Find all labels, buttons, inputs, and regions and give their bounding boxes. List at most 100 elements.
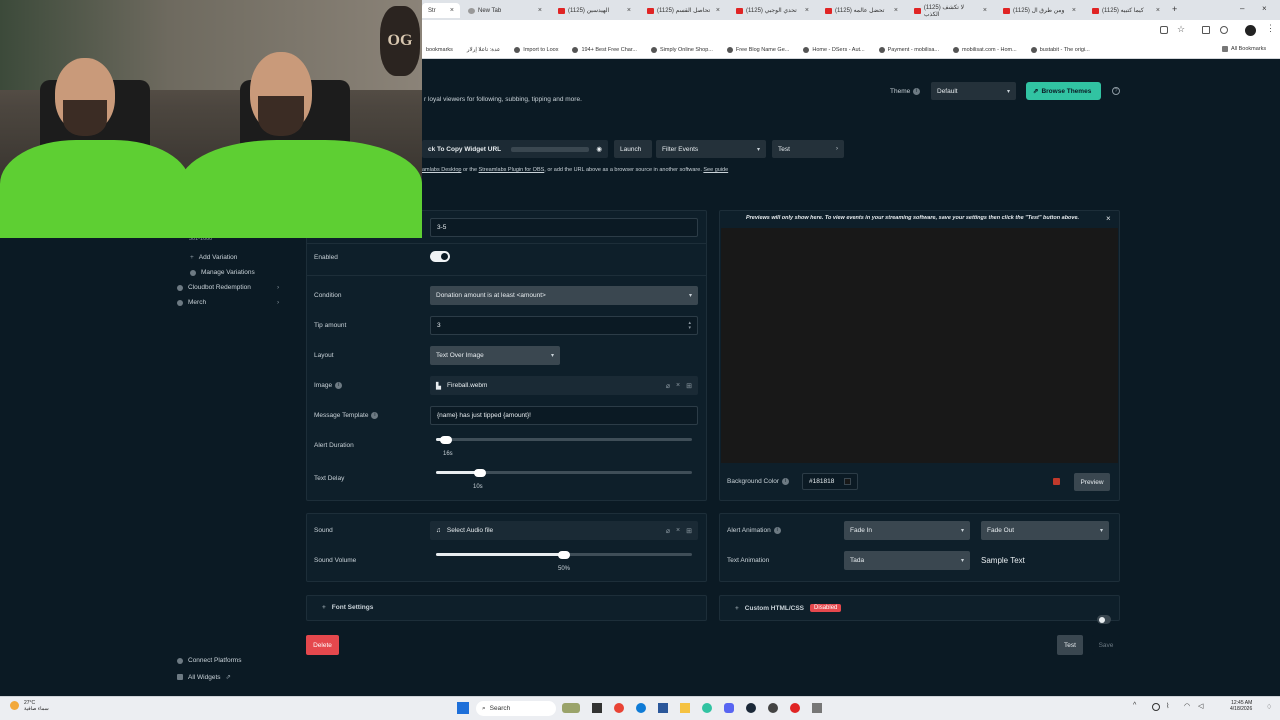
bookmark-item[interactable]: Import to Loox <box>514 47 558 53</box>
image-file-picker[interactable]: ▙ Fireball.webm ⌀ × ⊞ <box>430 376 698 395</box>
help-icon[interactable]: ? <box>1112 87 1120 95</box>
save-button[interactable]: Save <box>1092 635 1120 655</box>
layout-select[interactable]: Text Over Image ▾ <box>430 346 560 365</box>
close-icon[interactable]: × <box>1072 7 1076 14</box>
info-icon[interactable]: i <box>773 527 781 534</box>
sidebar-all-widgets[interactable]: All Widgets ⇗ <box>177 673 231 681</box>
desktop-link[interactable]: amlabs Desktop <box>422 167 461 173</box>
close-icon[interactable]: × <box>538 7 542 14</box>
volume-icon[interactable]: ◁ <box>1198 702 1203 710</box>
alert-animation-out-select[interactable]: Fade Out ▾ <box>981 521 1109 540</box>
tab-youtube-7[interactable]: (1125) كيما كتبيه × <box>1086 3 1166 18</box>
bg-color-input[interactable]: #181818 <box>802 473 858 490</box>
mic-icon[interactable]: ⌇ <box>1166 702 1169 710</box>
test-alert-button[interactable]: Test <box>1057 635 1083 655</box>
profile-avatar[interactable] <box>1245 25 1256 36</box>
close-notice-icon[interactable]: × <box>1106 214 1111 223</box>
folder-taskbar-icon[interactable] <box>680 703 690 713</box>
alert-duration-slider[interactable] <box>436 435 692 444</box>
sound-file-picker[interactable]: ♫ Select Audio file ⌀ × ⊞ <box>430 521 698 540</box>
sidepanel-icon[interactable] <box>1202 26 1210 34</box>
test-button[interactable]: Test › <box>772 140 844 158</box>
tray-chevron-icon[interactable]: ^ <box>1133 702 1136 709</box>
info-icon[interactable]: i <box>782 478 790 485</box>
enabled-toggle[interactable] <box>430 251 450 262</box>
delete-button[interactable]: Delete <box>306 635 339 655</box>
widget-app-icon[interactable] <box>562 703 580 713</box>
font-settings-header[interactable]: + Font Settings <box>322 604 373 611</box>
download-icon[interactable] <box>1220 26 1228 34</box>
text-delay-slider[interactable] <box>436 468 692 477</box>
browse-themes-button[interactable]: ⇗ Browse Themes <box>1026 82 1101 100</box>
minimize-icon[interactable]: – <box>1240 4 1244 13</box>
message-template-input[interactable]: {name} has just tipped {amount}! <box>430 406 698 425</box>
close-icon[interactable]: × <box>894 7 898 14</box>
bookmark-item[interactable]: bustabit - The origi... <box>1030 47 1090 53</box>
window-close-icon[interactable]: × <box>1262 4 1267 13</box>
streamlabs-taskbar-icon[interactable] <box>702 703 712 713</box>
steam-taskbar-icon[interactable] <box>746 703 756 713</box>
variation-name-input[interactable]: 3-5 <box>430 218 698 237</box>
tab-youtube-2[interactable]: (1125) تحاصل القسم × <box>641 3 726 18</box>
library-icon[interactable]: ⊞ <box>686 527 692 535</box>
color-swatch[interactable] <box>844 478 851 485</box>
sidebar-item-manage-variations[interactable]: Manage Variations <box>190 269 255 276</box>
wifi-icon[interactable]: ◠ <box>1184 702 1190 710</box>
info-icon[interactable]: i <box>335 382 343 389</box>
text-animation-select[interactable]: Tada ▾ <box>844 551 970 570</box>
condition-select[interactable]: Donation amount is at least <amount> ▾ <box>430 286 698 305</box>
sidebar-item-cloudbot[interactable]: Cloudbot Redemption › <box>177 284 287 291</box>
tray-app-icon[interactable] <box>1152 703 1160 711</box>
store-taskbar-icon[interactable] <box>658 703 668 713</box>
tab-youtube-3[interactable]: (1125) تحدي الوجبي × <box>730 3 815 18</box>
custom-css-header[interactable]: + Custom HTML/CSS Disabled <box>735 604 842 612</box>
app-taskbar-icon[interactable] <box>812 703 822 713</box>
link-icon[interactable]: ⌀ <box>666 382 670 390</box>
tab-youtube-6[interactable]: (1125) ومن طرق ال × <box>997 3 1082 18</box>
tab-youtube-1[interactable]: (1125) الهيدسين × <box>552 3 637 18</box>
slider-thumb[interactable] <box>558 550 570 559</box>
edge-taskbar-icon[interactable] <box>636 703 646 713</box>
sidebar-connect-platforms[interactable]: Connect Platforms <box>177 657 241 664</box>
close-icon[interactable]: × <box>805 7 809 14</box>
mute-icon[interactable] <box>1053 478 1060 485</box>
notification-bell-icon[interactable]: ♢ <box>1266 703 1272 711</box>
close-icon[interactable]: × <box>1156 7 1160 14</box>
windows-start-icon[interactable] <box>457 702 469 714</box>
obs-plugin-link[interactable]: Streamlabs Plugin for OBS <box>479 167 545 173</box>
close-icon[interactable]: × <box>716 7 720 14</box>
tip-amount-input[interactable]: 3 ▴ ▾ <box>430 316 698 335</box>
info-icon[interactable]: i <box>913 88 921 95</box>
preview-button[interactable]: Preview <box>1074 473 1110 491</box>
bookmark-item[interactable]: 194+ Best Free Char... <box>572 47 637 53</box>
info-icon[interactable]: i <box>371 412 379 419</box>
close-icon[interactable]: × <box>627 7 631 14</box>
slider-thumb[interactable] <box>473 468 486 477</box>
bookmark-item[interactable]: Home - DSers - Aut... <box>803 47 865 53</box>
bookmark-item[interactable]: عدة: تاعلا إرلار <box>467 47 500 53</box>
kebab-menu-icon[interactable]: ⋮ <box>1266 23 1275 34</box>
eye-icon[interactable]: ◉ <box>596 145 602 153</box>
close-icon[interactable]: × <box>983 7 987 14</box>
clear-icon[interactable]: × <box>676 527 680 535</box>
tab-youtube-5[interactable]: (1125) لا تكشف الكذب × <box>908 3 993 18</box>
star-icon[interactable]: ☆ <box>1177 24 1185 35</box>
chrome-taskbar-icon[interactable] <box>614 703 624 713</box>
close-icon[interactable]: × <box>450 7 454 14</box>
link-icon[interactable]: ⌀ <box>666 527 670 535</box>
app-taskbar-icon[interactable] <box>790 703 800 713</box>
tab-youtube-4[interactable]: (1125) تحضل عالمه × <box>819 3 904 18</box>
bookmark-item[interactable]: Simply Online Shop... <box>650 47 713 53</box>
tab-new[interactable]: New Tab × <box>462 3 548 18</box>
sound-volume-slider[interactable] <box>436 550 692 559</box>
bookmark-item[interactable]: Payment - mobilisa... <box>878 47 939 53</box>
alert-animation-in-select[interactable]: Fade In ▾ <box>844 521 970 540</box>
taskbar-search[interactable]: ⌕ Search <box>476 701 556 716</box>
weather-widget[interactable]: 27°C سماء صافية <box>24 700 49 712</box>
extension-icon[interactable] <box>1160 26 1168 34</box>
obs-taskbar-icon[interactable] <box>768 703 778 713</box>
tab-streamlabs[interactable]: Str × <box>422 3 460 18</box>
stepper-icon[interactable]: ▴ ▾ <box>688 320 691 331</box>
all-bookmarks[interactable]: All Bookmarks <box>1222 46 1266 52</box>
launch-button[interactable]: Launch <box>614 140 652 158</box>
